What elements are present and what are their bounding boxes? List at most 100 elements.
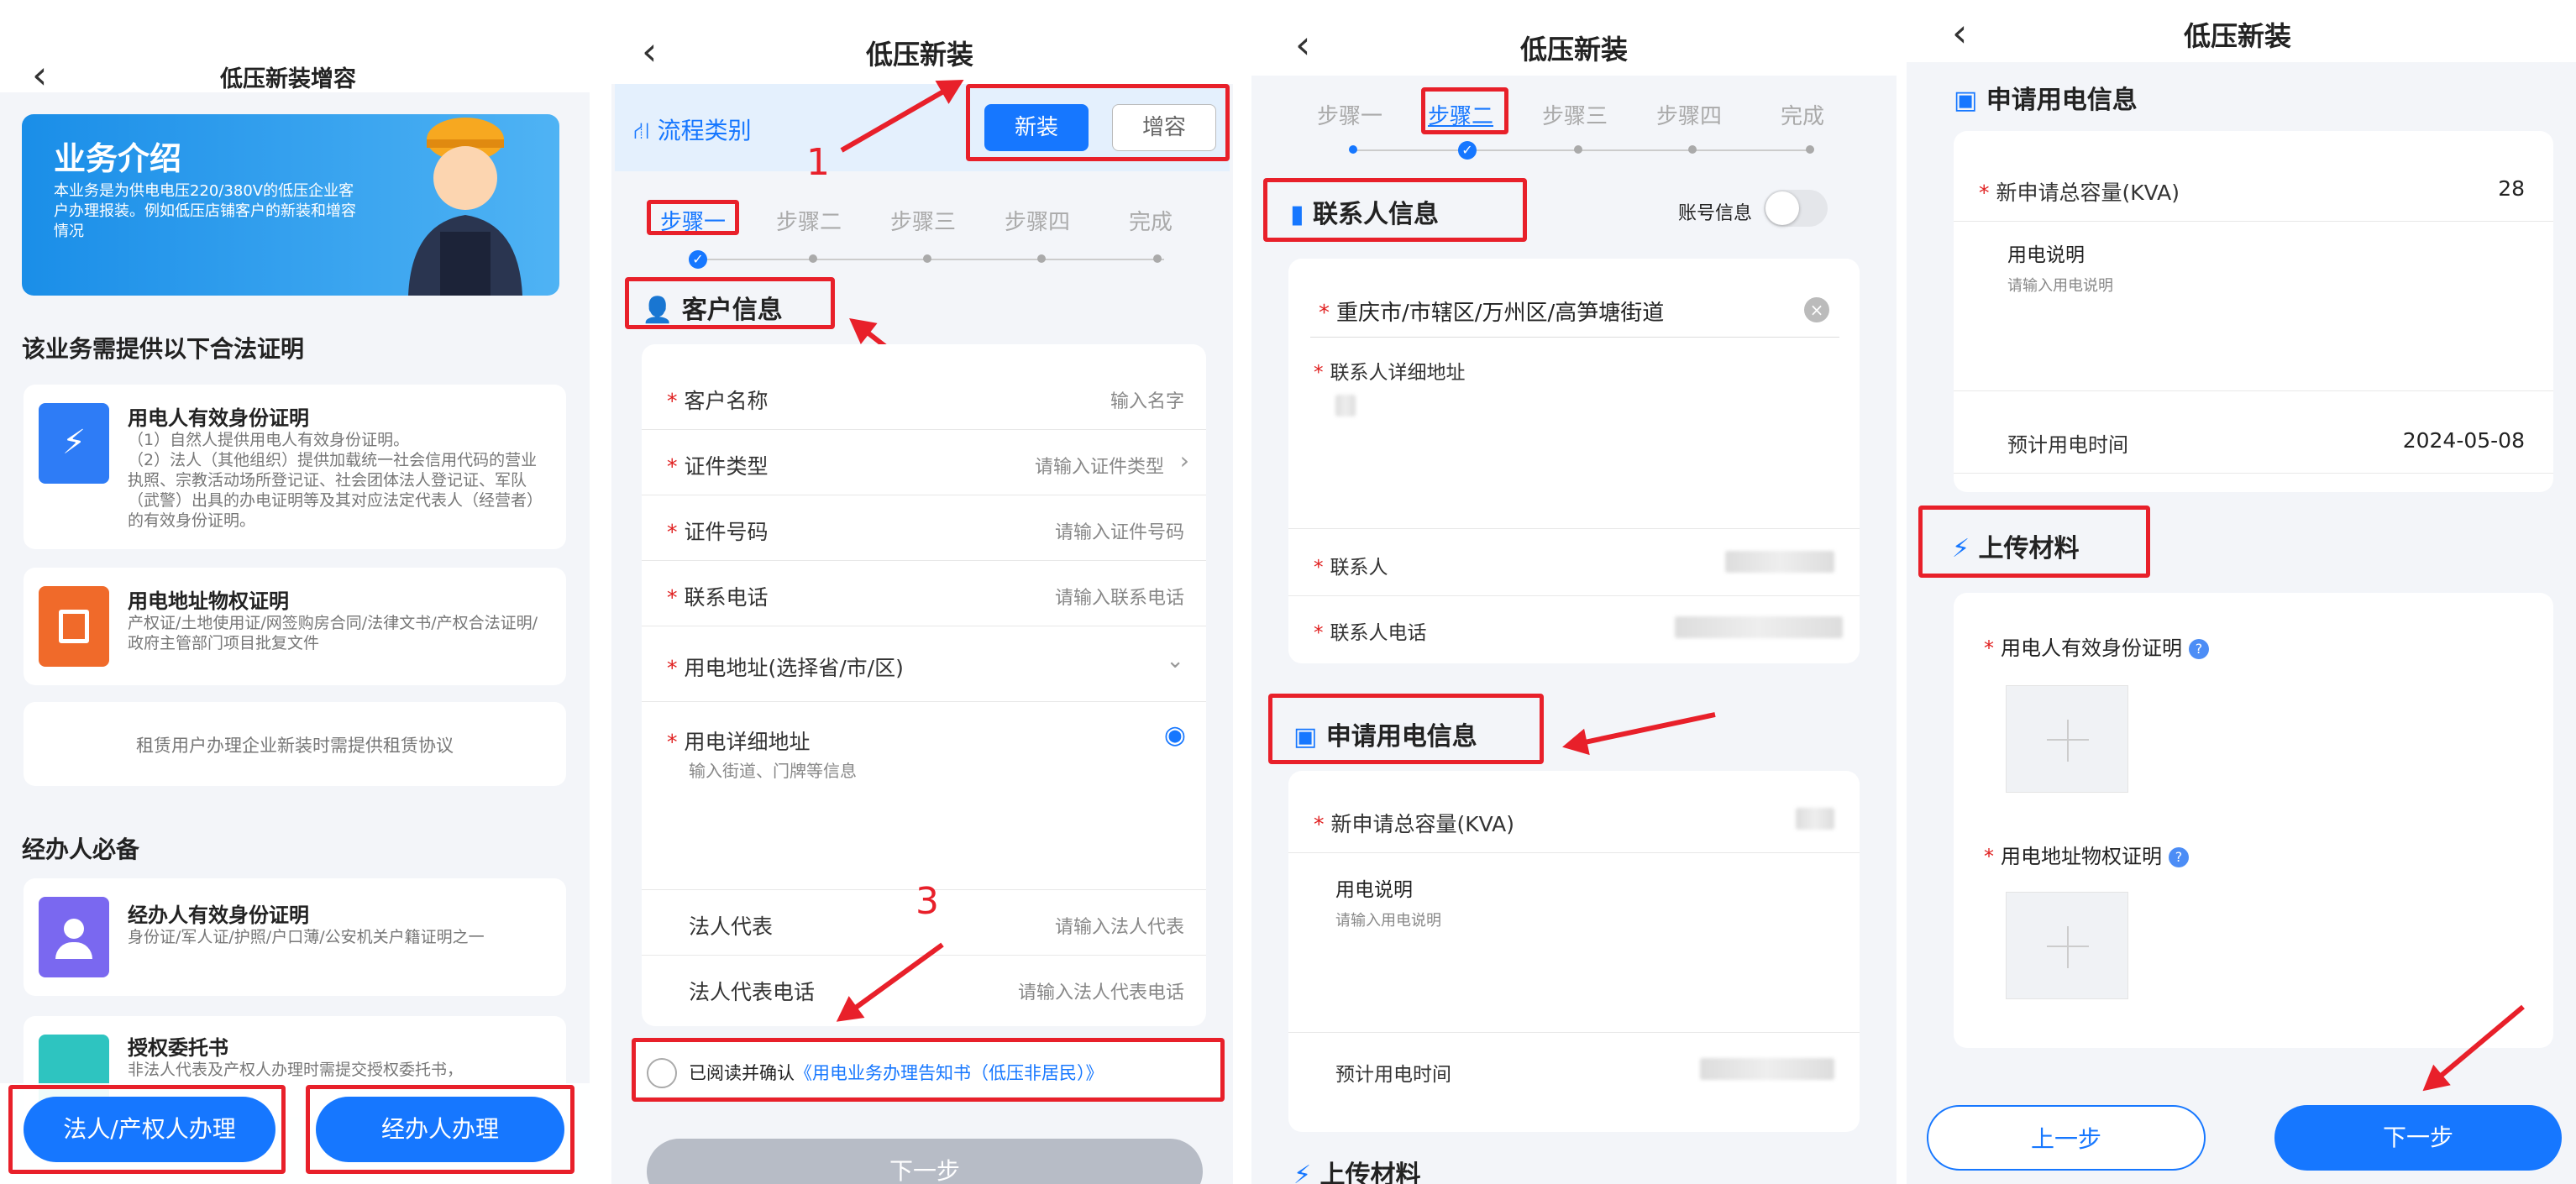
field-expected-time[interactable]: 预计用电时间 2024-05-08 [1954,408,2553,474]
redacted-value [1700,1058,1834,1080]
step-3: 步骤三 [1542,104,1608,129]
field-capacity[interactable]: * 新申请总容量(KVA) 28 [1954,156,2553,222]
step-done: 完成 [1129,210,1173,235]
chevron-down-icon: ⌄ [1166,648,1184,673]
annotation-box [1918,506,2150,578]
doc-title: 用电地址物权证明 [128,589,289,613]
region-value: 重庆市/市辖区/万州区/高笋塘街道 [1336,301,1665,326]
upload-label-text: 用电人有效身份证明 [2001,637,2182,660]
account-info-toggle[interactable] [1764,190,1828,227]
account-info-label: 账号信息 [1678,203,1753,224]
upload-id-button[interactable] [2006,685,2128,793]
field-contact[interactable]: * 联系人 [1288,531,1860,596]
page-title: 低压新装 [2184,20,2292,52]
field-id-type[interactable]: * 证件类型 请输入证件类型 › [642,430,1206,495]
lightning-icon: ⚡ [1293,1160,1312,1184]
location-icon[interactable]: ◉ [1164,720,1186,750]
field-label: 客户名称 [684,389,769,413]
help-icon[interactable]: ? [2169,847,2189,867]
field-detail-address[interactable]: * 用电详细地址 输入街道、门牌等信息 ◉ [642,702,1206,890]
upload-label-text: 用电地址物权证明 [2001,845,2162,868]
field-contact-phone[interactable]: * 联系人电话 [1288,596,1860,662]
region-field[interactable]: * 重庆市/市辖区/万州区/高笋塘街道 × [1310,279,1839,338]
field-label: 证件类型 [684,454,769,479]
step-2: 步骤二 [776,210,842,235]
back-icon[interactable]: ‹ [32,55,47,94]
upload-label-2: * 用电地址物权证明? [1984,840,2189,869]
field-label: 联系人 [1330,557,1388,579]
customer-form: * 客户名称 输入名字 * 证件类型 请输入证件类型 › * 证件号码 请输入证件号码… [642,344,1206,1026]
apply-section-label: 申请用电信息 [1986,86,2138,115]
clear-icon[interactable]: × [1804,297,1829,322]
annotation-box [632,1038,1225,1102]
annotation-box [966,84,1230,161]
step-4: 步骤四 [1656,104,1723,129]
doc-title: 用电人有效身份证明 [128,406,309,430]
annotation-box [1263,178,1527,242]
field-customer-name[interactable]: * 客户名称 输入名字 [642,364,1206,430]
doc-card-property: 用电地址物权证明 产权证/土地使用证/网签购房合同/法律文书/产权合法证明/政府… [24,568,566,685]
next-button[interactable]: 下一步 [2274,1105,2562,1171]
field-phone[interactable]: * 联系电话 请输入联系电话 [642,561,1206,626]
annotation-arrow [1566,712,1716,749]
step-4: 步骤四 [1005,210,1071,235]
header: ‹ 低压新装 [611,0,1233,84]
chevron-right-icon: › [1179,447,1189,474]
banner-title: 业务介绍 [54,140,182,177]
field-legal-rep-phone[interactable]: 法人代表电话 请输入法人代表电话 [642,956,1206,1021]
step-3: 步骤三 [890,210,957,235]
banner-text: 本业务是为供电电压220/380V的低压企业客户办理报装。例如低压店铺客户的新装… [54,182,356,240]
time-value: 2024-05-08 [2402,428,2525,453]
doc-title: 授权委托书 [128,1036,228,1060]
contact-detail-address[interactable]: * 联系人详细地址 [1288,353,1860,529]
lightning-doc-icon: ⚡ [39,403,109,484]
section2-title: 经办人必备 [22,836,140,863]
upload-card: * 用电人有效身份证明? * 用电地址物权证明? [1954,593,2553,1048]
doc-desc: 产权证/土地使用证/网签购房合同/法律文书/产权合法证明/政府主管部门项目批复文… [128,614,538,652]
contact-form: * 重庆市/市辖区/万州区/高笋塘街道 × * 联系人详细地址 * 联系人 * 联系人电… [1288,259,1860,663]
building-doc-icon [39,586,109,667]
field-label: 预计用电时间 [1335,1064,1451,1086]
intro-banner: 业务介绍 本业务是为供电电压220/380V的低压企业客户办理报装。例如低压店铺… [22,114,559,296]
annotation-box [1421,87,1508,134]
field-label: 用电说明 [1335,879,1413,901]
field-label: 用电详细地址 [684,730,811,754]
field-label: 联系人电话 [1330,622,1427,644]
flow-label: ⛙ 流程类别 [633,113,752,148]
field-placeholder: 请输入法人代表 [1054,917,1184,938]
field-address-select[interactable]: * 用电地址(选择省/市/区) ⌄ [642,626,1206,702]
upload-section-title: ⚡ 上传材料 [1293,1154,1421,1184]
field-usage-desc[interactable]: 用电说明 请输入用电说明 [1954,223,2553,391]
worker-illustration-icon [408,118,522,296]
field-usage-desc[interactable]: 用电说明 请输入用电说明 [1288,855,1860,1033]
panel-step-two-bottom: ‹ 低压新装 ▣ 申请用电信息 * 新申请总容量(KVA) 28 用电说明 请输入… [1907,0,2576,1184]
field-expected-time[interactable]: 预计用电时间 [1288,1038,1860,1103]
field-placeholder: 请输入用电说明 [1335,912,1441,930]
capacity-value: 28 [2498,176,2525,201]
prev-button[interactable]: 上一步 [1927,1105,2206,1171]
field-placeholder: 输入街道、门牌等信息 [689,761,857,781]
back-icon[interactable]: ‹ [642,32,657,71]
step-done: 完成 [1781,104,1825,129]
back-icon[interactable]: ‹ [1295,25,1310,64]
help-icon[interactable]: ? [2189,639,2209,659]
hierarchy-icon: ⛙ [633,117,650,144]
back-icon[interactable]: ‹ [1952,13,1967,52]
field-id-number[interactable]: * 证件号码 请输入证件号码 [642,495,1206,561]
page-title: 低压新装 [866,39,974,71]
rent-note: 租赁用户办理企业新装时需提供租赁协议 [136,736,454,756]
field-label: 新申请总容量(KVA) [1996,181,2180,205]
upload-property-button[interactable] [2006,892,2128,999]
panel-business-intro: ‹ 低压新装增容 业务介绍 本业务是为供电电压220/380V的低压企业客户办理… [0,0,590,1184]
annotation-box [647,200,739,235]
field-label: 联系电话 [684,585,769,610]
apply-form: * 新申请总容量(KVA) 28 用电说明 请输入用电说明 预计用电时间 2024… [1954,131,2553,492]
annotation-box [306,1085,574,1174]
field-placeholder: 请输入证件号码 [1054,522,1184,543]
next-button[interactable]: 下一步 [647,1139,1203,1184]
doc-title: 经办人有效身份证明 [128,904,309,927]
field-placeholder: 请输入联系电话 [1054,588,1184,609]
field-label: 法人代表电话 [689,980,816,1004]
field-capacity[interactable]: * 新申请总容量(KVA) [1288,788,1860,853]
field-placeholder: 输入名字 [1110,391,1184,412]
